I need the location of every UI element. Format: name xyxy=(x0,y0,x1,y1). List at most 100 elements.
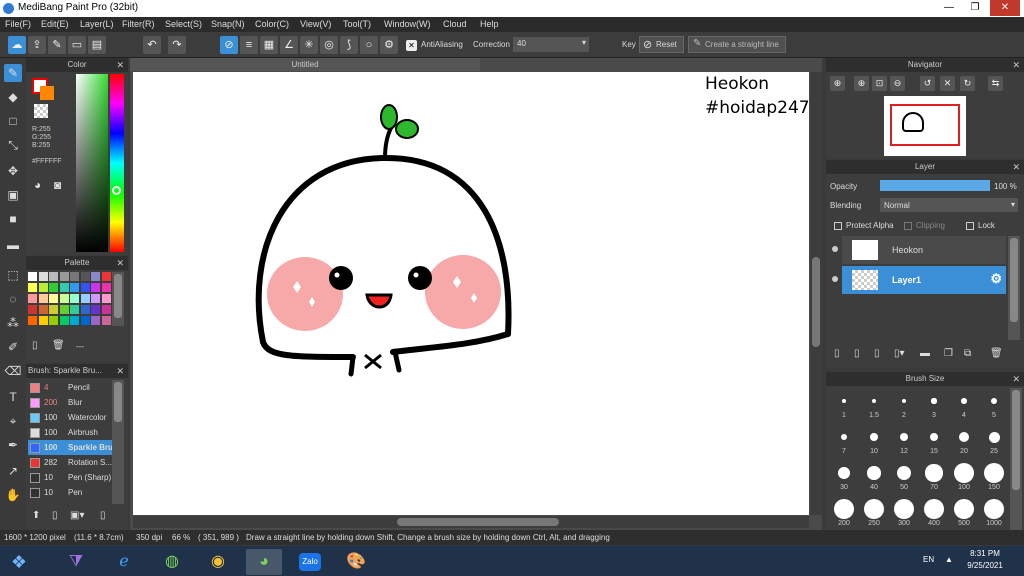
brush-size-option[interactable]: 500 xyxy=(950,498,978,527)
straight-line-button[interactable]: ✎ Create a straight line xyxy=(688,36,786,53)
palette-swatch[interactable] xyxy=(70,305,79,314)
palette-swatch[interactable] xyxy=(59,272,69,281)
flip-horizontal-icon[interactable]: ⇆ xyxy=(988,76,1003,91)
clock[interactable]: 8:31 PM 9/25/2021 xyxy=(955,548,1015,572)
palette-swatch[interactable] xyxy=(49,316,58,325)
brush-size-option[interactable]: 5 xyxy=(980,390,1008,419)
pen-tool-icon[interactable]: ⤡ xyxy=(4,136,22,154)
brush-size-option[interactable]: 400 xyxy=(920,498,948,527)
brush-item[interactable]: 100 Airbrush xyxy=(28,425,112,440)
palette-swatch[interactable] xyxy=(38,272,48,281)
brush-size-option[interactable]: 70 xyxy=(920,462,948,491)
clipping-checkbox[interactable] xyxy=(904,222,912,230)
dot-tool-icon[interactable]: □ xyxy=(4,112,22,130)
perspective-snap-icon[interactable]: ∠ xyxy=(280,36,298,54)
color-set-icon[interactable]: ◙ xyxy=(54,178,61,192)
new-layer-icon[interactable]: ▯ xyxy=(834,348,840,359)
medibang-icon[interactable]: ◕ xyxy=(246,549,282,575)
palette-swatch[interactable] xyxy=(70,272,79,281)
background-color-swatch[interactable] xyxy=(40,86,54,100)
brush-size-option[interactable]: 4 xyxy=(950,390,978,419)
concentric-snap-icon[interactable]: ◎ xyxy=(320,36,338,54)
menu-select[interactable]: Select(S) xyxy=(165,19,202,29)
palette-swatch[interactable] xyxy=(38,305,48,314)
rotate-right-icon[interactable]: ↻ xyxy=(960,76,975,91)
transparent-color-swatch[interactable] xyxy=(34,104,48,118)
brush-size-option[interactable]: 30 xyxy=(830,462,858,491)
brush-size-scrollbar[interactable] xyxy=(1010,388,1022,530)
gear-icon[interactable]: ⚙ xyxy=(990,271,1002,287)
close-button[interactable]: ✕ xyxy=(990,0,1020,16)
palette-swatch[interactable] xyxy=(70,294,79,303)
new-halftone-layer-icon[interactable]: ▯ xyxy=(854,348,860,359)
palette-swatch[interactable] xyxy=(38,316,48,325)
blending-select[interactable]: Normal ▾ xyxy=(880,198,1018,212)
brush-size-option[interactable]: 25 xyxy=(980,426,1008,455)
windows-start-icon[interactable]: ❖ xyxy=(2,549,36,575)
menu-view[interactable]: View(V) xyxy=(300,19,331,29)
brush-item[interactable]: 4 Pencil xyxy=(28,380,112,395)
palette-swatch[interactable] xyxy=(28,294,37,303)
undo-icon[interactable]: ↶ xyxy=(143,36,161,54)
drawing-canvas[interactable]: Heokon #hoidap247 xyxy=(133,72,809,515)
menu-snap[interactable]: Snap(N) xyxy=(211,19,245,29)
greenshot-icon[interactable]: ◍ xyxy=(154,549,190,575)
reset-button[interactable]: ⊘ Reset xyxy=(639,36,684,53)
brush-item[interactable]: 200 Blur xyxy=(28,395,112,410)
duplicate-layer-icon[interactable]: ❐ xyxy=(944,348,953,359)
brush-size-option[interactable]: 100 xyxy=(950,462,978,491)
layer-add-menu-icon[interactable]: ▯▾ xyxy=(894,348,905,359)
brush-size-option[interactable]: 250 xyxy=(860,498,888,527)
navigator-preview[interactable] xyxy=(884,96,966,156)
protect-alpha-checkbox[interactable] xyxy=(834,222,842,230)
visibility-icon[interactable] xyxy=(832,246,838,252)
menu-window[interactable]: Window(W) xyxy=(384,19,431,29)
zoom-fit-icon[interactable]: ⊕ xyxy=(830,76,845,91)
palette-swatch[interactable] xyxy=(28,305,37,314)
new-8bit-layer-icon[interactable]: ▯ xyxy=(874,348,880,359)
brush-size-option[interactable]: 150 xyxy=(980,462,1008,491)
menu-file[interactable]: File(F) xyxy=(5,19,31,29)
brush-tool-icon[interactable]: ✎ xyxy=(4,64,22,82)
zoom-in-icon[interactable]: ⊕ xyxy=(854,76,869,91)
menu-help[interactable]: Help xyxy=(480,19,499,29)
curve-snap-icon[interactable]: ⟆ xyxy=(340,36,358,54)
palette-swatch[interactable] xyxy=(91,305,100,314)
palette-swatch[interactable] xyxy=(91,272,100,281)
rotate-reset-icon[interactable]: ✕ xyxy=(940,76,955,91)
rotate-left-icon[interactable]: ↺ xyxy=(920,76,935,91)
move-tool-icon[interactable]: ✥ xyxy=(4,162,22,180)
brush-size-option[interactable]: 1000 xyxy=(980,498,1008,527)
comment-icon[interactable]: ✎ xyxy=(48,36,66,54)
close-icon[interactable]: ✕ xyxy=(1012,58,1020,72)
hue-slider[interactable] xyxy=(110,74,124,252)
share-icon[interactable]: ⇪ xyxy=(28,36,46,54)
brush-size-option[interactable]: 40 xyxy=(860,462,888,491)
close-icon[interactable]: ✕ xyxy=(116,256,124,270)
menu-cloud[interactable]: Cloud xyxy=(443,19,467,29)
divide-tool-icon[interactable]: ⌖ xyxy=(4,412,22,430)
brush-size-option[interactable]: 50 xyxy=(890,462,918,491)
parallel-snap-icon[interactable]: ≡ xyxy=(240,36,258,54)
menu-layer[interactable]: Layer(L) xyxy=(80,19,114,29)
brush-item-selected[interactable]: 100 Sparkle Brush xyxy=(28,440,112,455)
palette-swatch[interactable] xyxy=(101,283,111,292)
lock-checkbox[interactable] xyxy=(966,222,974,230)
palette-swatch[interactable] xyxy=(80,283,90,292)
select-pen-tool-icon[interactable]: ✐ xyxy=(4,338,22,356)
new-brush-icon[interactable]: ▯ xyxy=(52,510,58,521)
close-icon[interactable]: ✕ xyxy=(116,58,124,72)
zalo-icon[interactable]: Zalo xyxy=(292,549,328,575)
fill-tool-icon[interactable]: ▣ xyxy=(4,186,22,204)
add-color-icon[interactable]: ▯ xyxy=(32,340,38,351)
snap-settings-icon[interactable]: ⚙ xyxy=(380,36,398,54)
text-tool-icon[interactable]: T xyxy=(4,388,22,406)
palette-swatch[interactable] xyxy=(101,316,111,325)
layer-row[interactable]: Heokon xyxy=(842,236,1006,264)
brush-size-option[interactable]: 12 xyxy=(890,426,918,455)
palette-swatch[interactable] xyxy=(91,294,100,303)
palette-swatch[interactable] xyxy=(91,316,100,325)
palette-swatch[interactable] xyxy=(101,305,111,314)
brush-size-option[interactable]: 300 xyxy=(890,498,918,527)
palette-swatch[interactable] xyxy=(70,283,79,292)
